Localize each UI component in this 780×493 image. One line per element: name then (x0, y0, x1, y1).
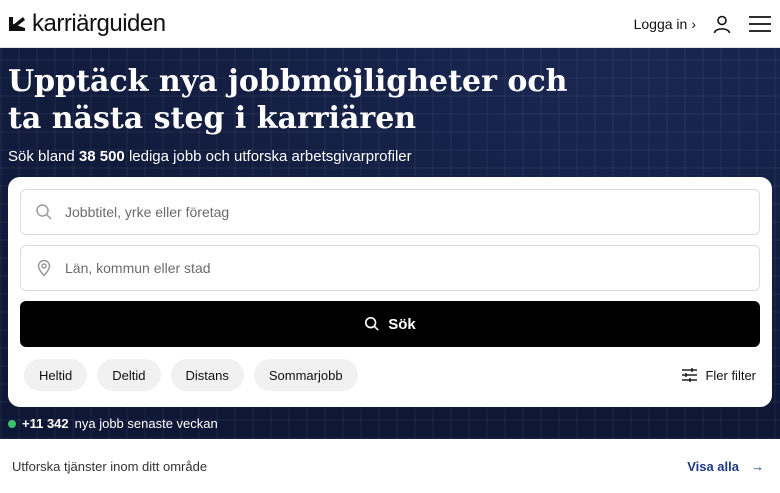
new-jobs-text: nya jobb senaste veckan (74, 416, 218, 431)
hero-subtitle: Sök bland 38 500 lediga jobb och utforsk… (8, 148, 412, 165)
search-icon (36, 204, 52, 220)
filter-chip-heltid[interactable]: Heltid (24, 359, 88, 391)
search-button-label: Sök (388, 315, 416, 333)
location-pin-icon (37, 259, 51, 277)
arrow-right-icon: → (751, 458, 764, 474)
filter-chips: Heltid Deltid Distans Sommarjobb Fler fi… (20, 359, 760, 391)
filter-chip-deltid[interactable]: Deltid (97, 359, 161, 391)
more-filters-label: Fler filter (705, 367, 756, 383)
status-dot (8, 419, 16, 428)
user-icon (713, 15, 731, 33)
logo[interactable]: karriärguiden (8, 10, 166, 38)
new-jobs-count: +11 342 (22, 416, 69, 431)
logo-text: karriärguiden (32, 9, 166, 37)
menu-button[interactable] (748, 12, 772, 36)
explore-label: Utforska tjänster inom ditt område (12, 458, 208, 474)
sliders-icon (682, 368, 698, 382)
filter-chip-distans[interactable]: Distans (170, 359, 244, 391)
hamburger-menu-icon (749, 15, 771, 32)
subtitle-suffix: lediga jobb och utforska arbetsgivarprof… (128, 148, 412, 165)
show-all-link[interactable]: Visa alla → (687, 459, 768, 474)
login-label: Logga in (633, 15, 688, 32)
site-header: karriärguiden Logga in › (0, 0, 780, 48)
new-jobs-indicator: +11 342 nya jobb senaste veckan (8, 416, 218, 431)
hero-section: Upptäck nya jobbmöjligheter och ta nästa… (0, 48, 780, 439)
show-all-label: Visa alla (687, 458, 739, 474)
header-actions: Logga in › (634, 12, 772, 36)
job-search-field[interactable] (20, 189, 760, 235)
search-button[interactable]: Sök (20, 301, 760, 347)
hero-title: Upptäck nya jobbmöjligheter och ta nästa… (8, 64, 568, 136)
more-filters-button[interactable]: Fler filter (682, 368, 760, 383)
location-input[interactable] (65, 260, 759, 276)
search-icon (365, 316, 380, 331)
job-count: 38 500 (78, 148, 125, 165)
job-search-input[interactable] (65, 204, 759, 220)
chevron-right-icon: › (691, 15, 696, 32)
subtitle-prefix: Sök bland (8, 148, 75, 165)
logo-mark-icon (9, 16, 25, 31)
filter-chip-sommarjobb[interactable]: Sommarjobb (253, 359, 358, 391)
login-link[interactable]: Logga in › (634, 16, 696, 32)
user-button[interactable] (710, 12, 734, 36)
explore-section: Utforska tjänster inom ditt område Visa … (0, 439, 780, 493)
search-card: Sök Heltid Deltid Distans Sommarjobb Fle… (8, 177, 772, 407)
location-field[interactable] (20, 245, 760, 291)
